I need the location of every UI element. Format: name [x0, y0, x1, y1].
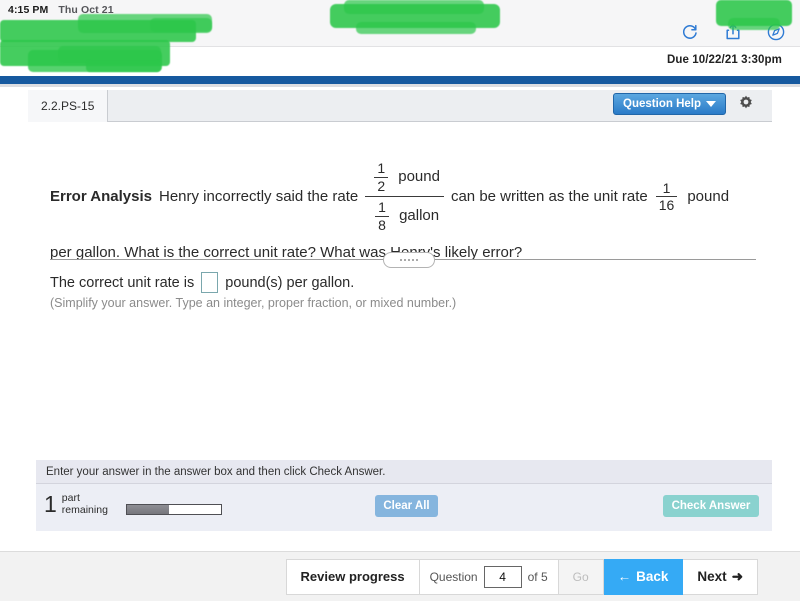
question-id-label: 2.2.PS-15: [41, 99, 95, 113]
back-button[interactable]: ← Back: [603, 558, 684, 595]
review-progress-button[interactable]: Review progress: [285, 558, 420, 595]
status-bar-date: Thu Oct 21: [58, 3, 114, 16]
clear-all-button[interactable]: Clear All: [375, 495, 438, 517]
parts-remaining-count: 1: [44, 490, 57, 517]
chevron-down-icon: [706, 101, 716, 107]
handle-dot: [404, 259, 406, 261]
question-help-label: Question Help: [623, 98, 701, 110]
safari-toolbar: [0, 19, 800, 47]
parts-remaining: 1 part remaining: [44, 492, 108, 516]
handle-dot: [416, 259, 418, 261]
handle-dot: [412, 259, 414, 261]
gear-icon[interactable]: [736, 94, 756, 114]
fraction-numerator: 1: [377, 160, 386, 176]
fraction-denominator: 2: [377, 177, 386, 194]
handle-dot: [408, 259, 410, 261]
section-divider: [50, 252, 756, 268]
fraction-denominator: 16: [658, 197, 675, 214]
fraction-one-eighth: 1 8: [375, 199, 390, 234]
fraction-one-half: 1 2: [374, 160, 389, 194]
fraction-numerator: 1: [662, 179, 671, 196]
due-date-text: Due 10/22/21 3:30pm: [666, 54, 782, 66]
answer-footer-panel: Enter your answer in the answer box and …: [36, 460, 772, 531]
progress-bar: [126, 504, 222, 515]
unit-rate-unit: pound: [687, 187, 730, 205]
problem-statement: Error Analysis Henry incorrectly said th…: [28, 122, 772, 263]
question-id-tab[interactable]: 2.2.PS-15: [28, 90, 109, 122]
go-button[interactable]: Go: [558, 558, 604, 595]
problem-sentence-middle: can be written as the unit rate: [450, 187, 648, 205]
parts-remaining-line1: part: [61, 492, 80, 504]
brand-blue-bar: [0, 76, 800, 84]
problem-line-1: Error Analysis Henry incorrectly said th…: [28, 160, 772, 234]
question-total-label: of 5: [527, 569, 548, 584]
status-bar-time: 4:15 PM: [8, 3, 49, 16]
progress-bar-fill: [127, 505, 170, 514]
refresh-icon[interactable]: [680, 22, 700, 42]
bottom-navigation-bar: Review progress Question of 5 Go ← Back …: [0, 551, 800, 601]
back-arrow-icon: ←: [617, 569, 632, 584]
review-progress-label: Review progress: [300, 569, 405, 584]
check-answer-label: Check Answer: [671, 500, 751, 512]
question-word-label: Question: [429, 569, 478, 584]
assignment-due-strip: Due 10/22/21 3:30pm: [0, 47, 800, 76]
question-header: 2.2.PS-15 Question Help: [28, 90, 772, 122]
complex-fraction: 1 2 pound 1 8 gallon: [365, 160, 444, 234]
answer-line: The correct unit rate is pound(s) per ga…: [50, 272, 354, 293]
compass-icon[interactable]: [766, 22, 786, 42]
numerator-unit: pound: [398, 167, 440, 185]
instruction-hint: Enter your answer in the answer box and …: [36, 460, 772, 484]
divider-drag-handle[interactable]: [383, 252, 435, 268]
next-label: Next: [697, 569, 727, 584]
check-answer-button[interactable]: Check Answer: [663, 495, 759, 517]
problem-label: Error Analysis: [50, 187, 152, 205]
handle-dot: [400, 259, 402, 261]
question-help-button[interactable]: Question Help: [613, 93, 726, 115]
brand-bar-shadow: [0, 84, 800, 87]
safari-toolbar-icons: [680, 22, 786, 42]
answer-prefix: The correct unit rate is: [50, 274, 195, 291]
answer-suffix: pound(s) per gallon.: [225, 274, 355, 291]
parts-remaining-label: part remaining: [62, 492, 108, 516]
back-label: Back: [636, 569, 669, 584]
problem-sentence-start: Henry incorrectly said the rate: [159, 187, 359, 205]
question-navigator: Question of 5: [419, 558, 559, 595]
complex-fraction-denominator: 1 8 gallon: [366, 199, 443, 233]
ipad-browser-screen: 4:15 PM Thu Oct 21 Due 10/22/21 3:30pm 2…: [0, 0, 800, 601]
question-number-input[interactable]: [483, 565, 522, 588]
go-label: Go: [572, 569, 589, 584]
fraction-numerator: 1: [378, 199, 386, 216]
denominator-unit: gallon: [399, 207, 440, 225]
next-button[interactable]: Next ➜: [683, 558, 758, 595]
parts-remaining-line2: remaining: [61, 504, 108, 517]
clear-all-label: Clear All: [383, 500, 430, 512]
answer-input[interactable]: [201, 272, 219, 293]
share-icon[interactable]: [723, 22, 743, 42]
answer-format-note: (Simplify your answer. Type an integer, …: [50, 296, 457, 310]
ios-status-bar: 4:15 PM Thu Oct 21: [0, 0, 800, 19]
next-arrow-icon: ➜: [731, 568, 743, 584]
fraction-denominator: 8: [378, 217, 386, 234]
nav-button-group: Review progress Question of 5 Go ← Back …: [285, 558, 758, 595]
complex-fraction-numerator: 1 2 pound: [365, 160, 444, 194]
instruction-hint-text: Enter your answer in the answer box and …: [46, 465, 386, 478]
fraction-one-sixteenth: 1 16: [655, 179, 678, 214]
complex-fraction-bar: [365, 196, 444, 198]
